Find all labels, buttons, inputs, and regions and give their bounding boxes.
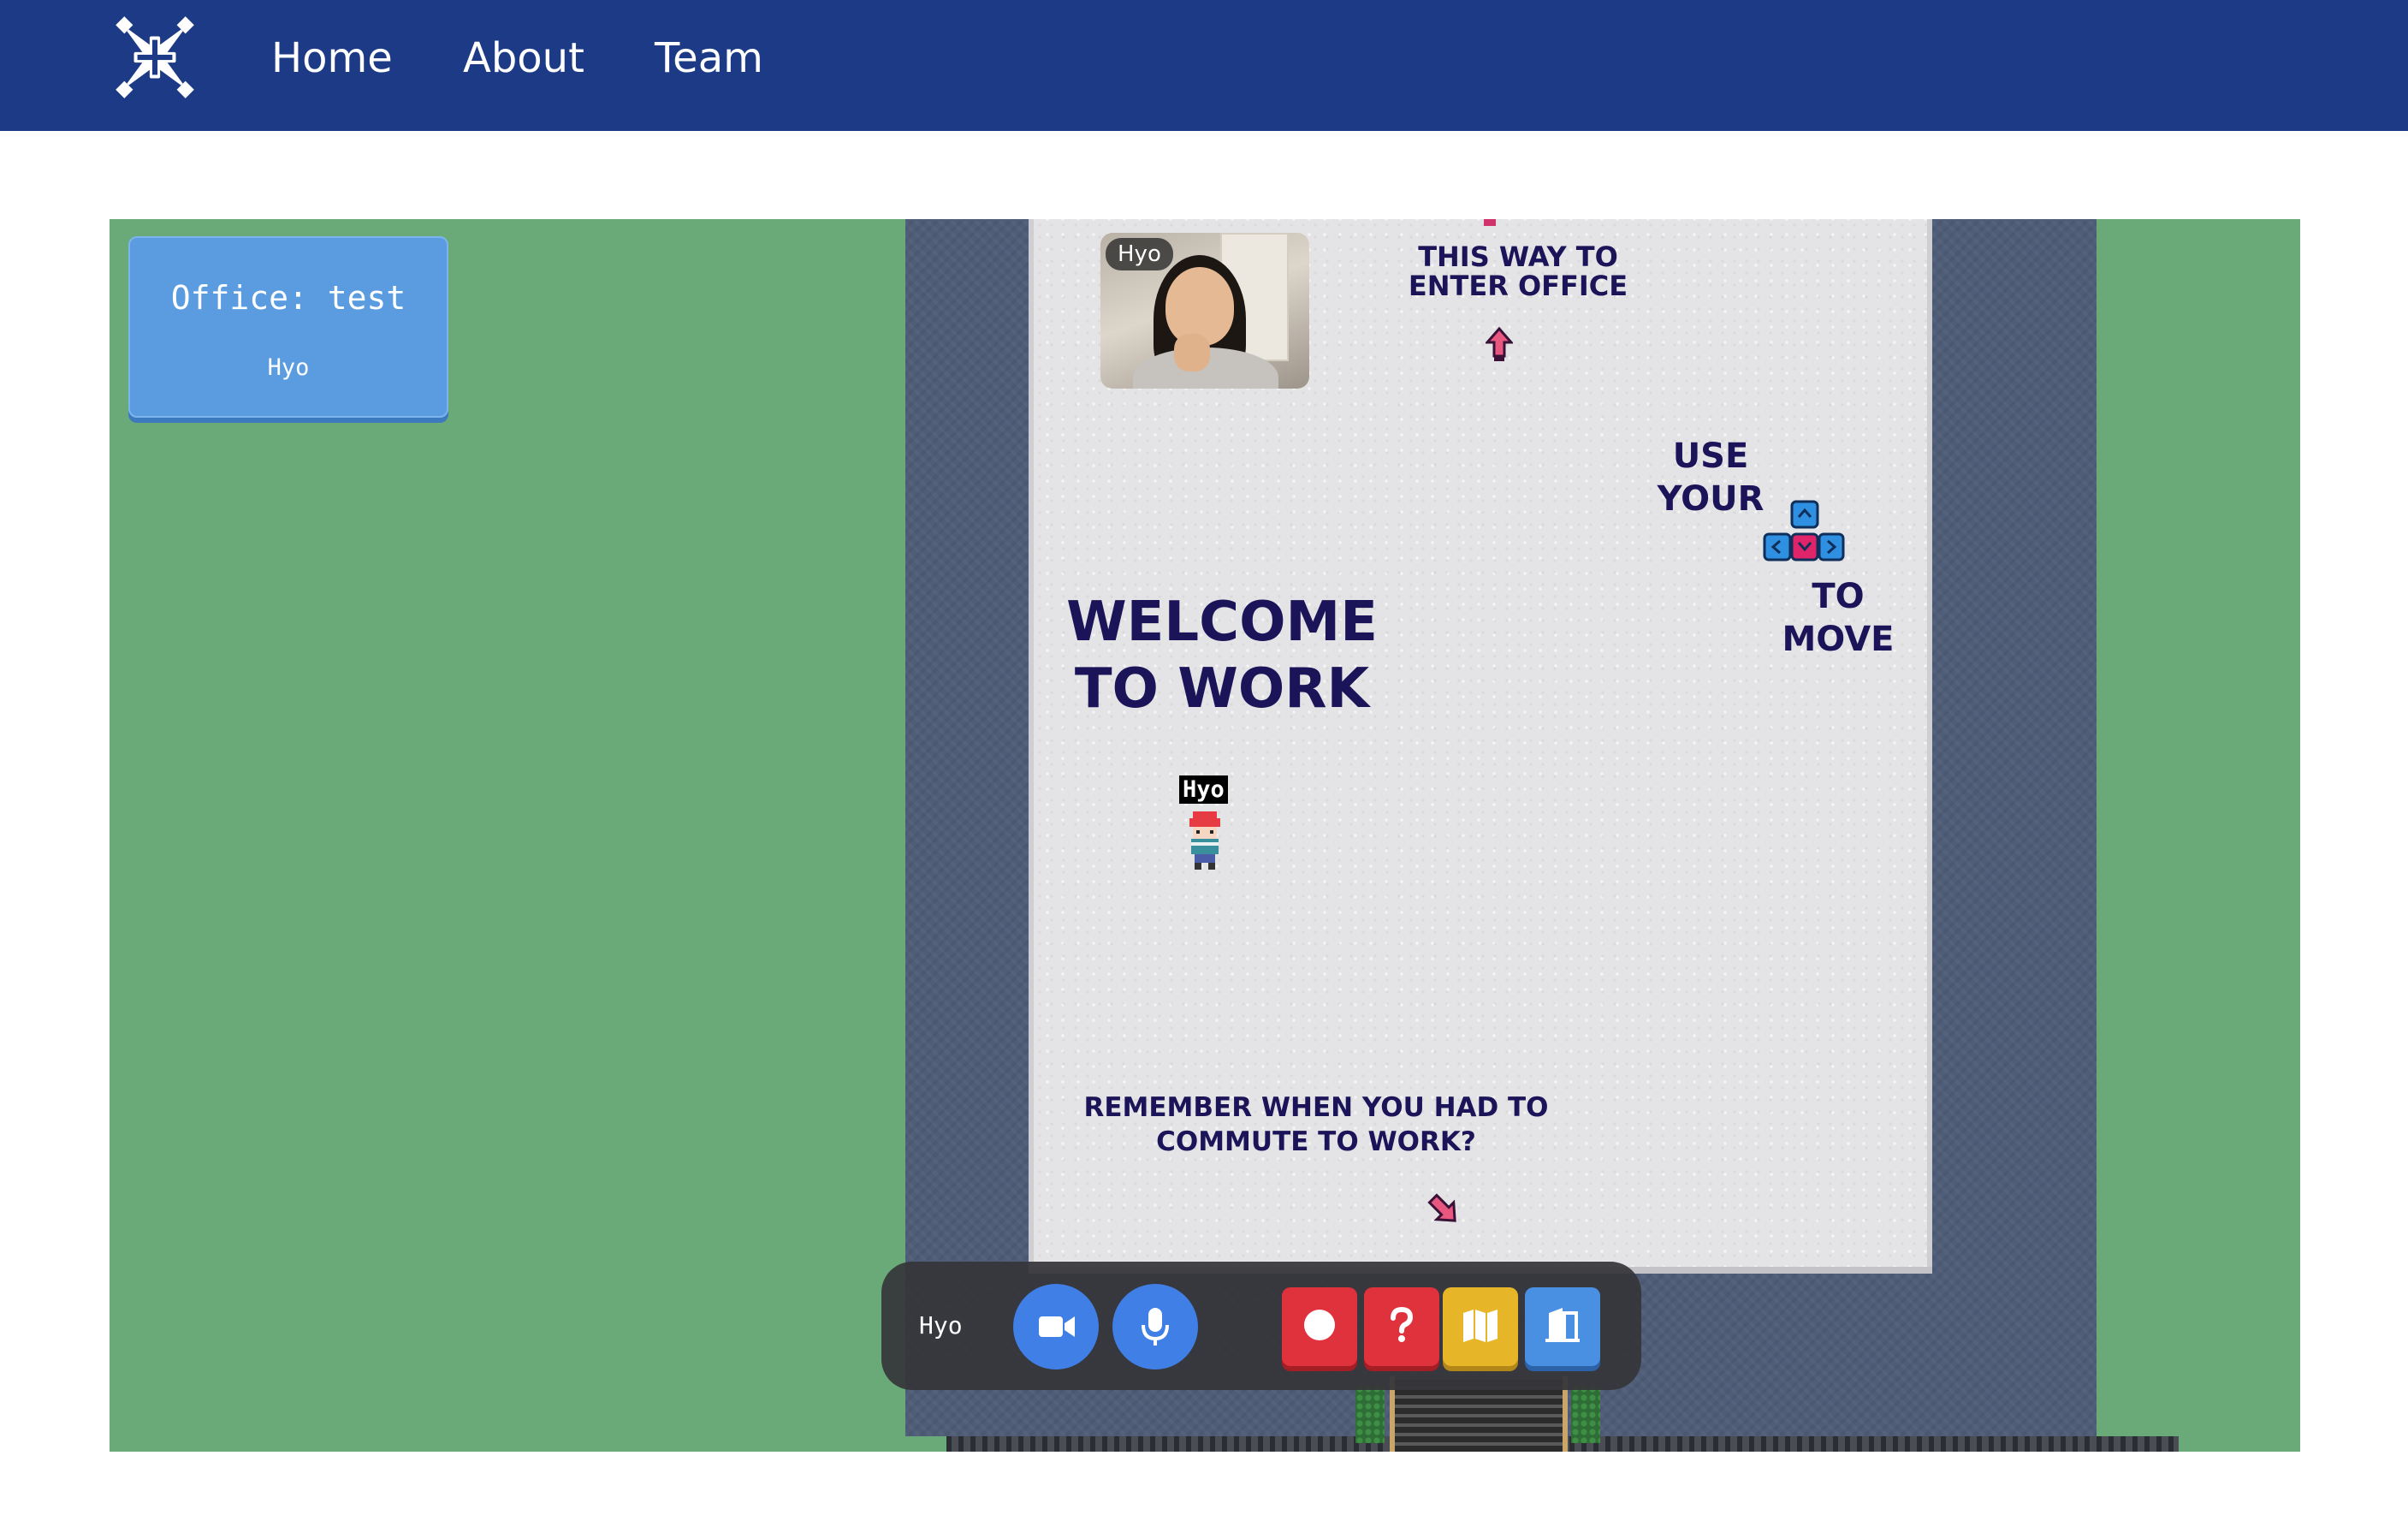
record-button[interactable] <box>1282 1287 1357 1366</box>
video-person-hand <box>1174 334 1210 371</box>
exit-door-icon <box>1545 1308 1580 1342</box>
help-button[interactable] <box>1364 1287 1439 1366</box>
right-hedge <box>1571 1385 1600 1443</box>
nav-about-link[interactable]: About <box>463 34 584 82</box>
game-canvas[interactable]: Office: test Hyo THIS WAY TO ENTER OFFIC… <box>110 219 2300 1452</box>
nav-home-link[interactable]: Home <box>271 34 393 82</box>
media-control-bar: Hyo <box>881 1262 1641 1390</box>
left-hedge <box>1355 1385 1385 1443</box>
toggle-video-button[interactable] <box>1013 1284 1099 1369</box>
microphone-icon <box>1142 1308 1169 1346</box>
player-avatar-sprite[interactable] <box>1184 811 1225 871</box>
use-line-1: USE <box>1672 437 1749 476</box>
top-marker <box>1484 219 1496 226</box>
office-user-name: Hyo <box>267 354 310 381</box>
video-name-badge: Hyo <box>1106 238 1173 270</box>
control-user-name: Hyo <box>919 1311 963 1340</box>
arrow-down-right-icon <box>1427 1193 1456 1222</box>
welcome-sign: WELCOME TO WORK <box>1042 589 1402 722</box>
to-move-sign: TO MOVE <box>1753 575 1924 661</box>
player-name-label: Hyo <box>1179 775 1228 804</box>
welcome-line-2: TO WORK <box>1074 657 1370 722</box>
welcome-line-1: WELCOME <box>1066 591 1378 654</box>
toggle-mic-button[interactable] <box>1112 1284 1198 1369</box>
enter-office-sign: THIS WAY TO ENTER OFFICE <box>1355 241 1681 302</box>
top-navbar: Home About Team <box>0 0 2408 131</box>
exit-office-button[interactable] <box>1525 1287 1600 1366</box>
nav-team-link[interactable]: Team <box>655 34 763 82</box>
record-icon <box>1304 1310 1335 1340</box>
office-title: Office: test <box>170 279 406 317</box>
map-button[interactable] <box>1443 1287 1518 1366</box>
crossed-arrows-logo-icon[interactable] <box>111 14 199 101</box>
remember-line-1: REMEMBER WHEN YOU HAD TO <box>1083 1092 1549 1123</box>
arrow-keys-icon <box>1763 500 1845 561</box>
office-info-panel: Office: test Hyo <box>128 236 448 418</box>
map-icon <box>1463 1310 1498 1342</box>
video-camera-icon <box>1039 1316 1075 1337</box>
remember-line-2: COMMUTE TO WORK? <box>1156 1126 1476 1158</box>
move-line-1: TO <box>1812 577 1865 616</box>
arrow-up-icon <box>1486 327 1513 361</box>
participant-video-tile[interactable]: Hyo <box>1100 233 1309 389</box>
enter-office-line-2: ENTER OFFICE <box>1408 269 1628 302</box>
move-line-2: MOVE <box>1782 620 1895 659</box>
remember-commute-sign: REMEMBER WHEN YOU HAD TO COMMUTE TO WORK… <box>1051 1090 1581 1160</box>
help-icon <box>1391 1306 1414 1342</box>
enter-office-line-1: THIS WAY TO <box>1418 241 1618 273</box>
